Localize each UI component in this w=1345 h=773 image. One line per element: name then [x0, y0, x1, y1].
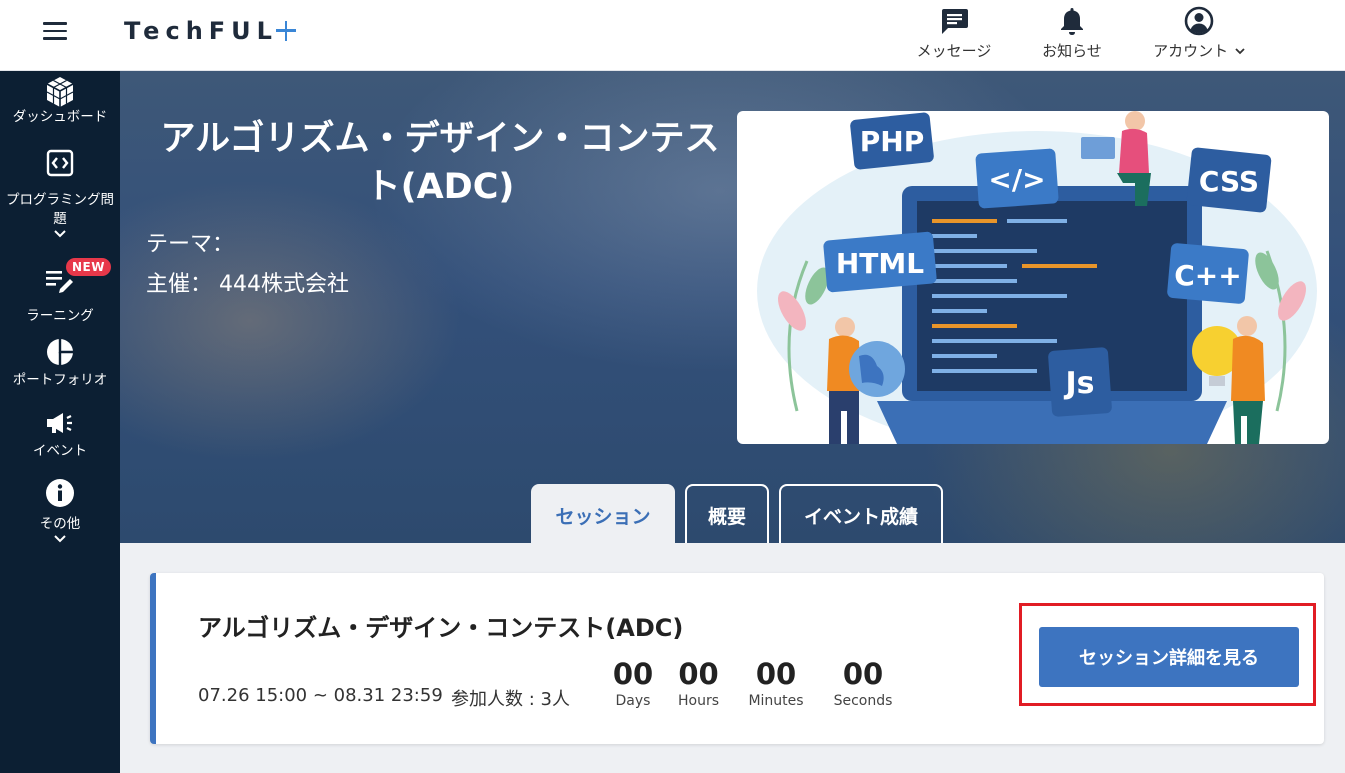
logo-text: TechFUL	[124, 17, 278, 45]
sidebar-item-event[interactable]: イベント	[0, 407, 120, 461]
code-icon	[0, 147, 120, 179]
account-icon	[1146, 4, 1252, 38]
sidebar-item-label: ポートフォリオ	[12, 372, 108, 388]
sidebar-item-label: ラーニング	[26, 308, 94, 324]
session-date-range: 07.26 15:00 ~ 08.31 23:59	[198, 685, 443, 706]
info-icon	[0, 477, 120, 509]
top-bar: TechFUL メッセージ お知らせ アカウント	[0, 0, 1345, 71]
logo[interactable]: TechFUL	[124, 17, 296, 45]
countdown-unit: Seconds	[833, 693, 893, 709]
cpp-label: C++	[1174, 259, 1241, 292]
session-detail-button[interactable]: セッション詳細を見る	[1039, 627, 1299, 687]
sidebar: ダッシュボード プログラミング問題 NEW ラーニング ポートフォリオ イベント…	[0, 71, 120, 773]
sidebar-item-label: ダッシュボード	[12, 109, 108, 125]
countdown-days: 00 Days	[608, 657, 658, 709]
event-banner-image: PHP </> CSS HTML C++ Js	[737, 111, 1329, 444]
dashboard-cube-icon	[0, 76, 120, 108]
sidebar-item-learning[interactable]: NEW ラーニング	[0, 258, 120, 326]
countdown-unit: Days	[615, 693, 651, 709]
countdown-unit: Hours	[677, 693, 719, 709]
new-badge: NEW	[66, 258, 111, 276]
session-title: アルゴリズム・デザイン・コンテスト(ADC)	[198, 614, 684, 642]
sidebar-item-portfolio[interactable]: ポートフォリオ	[0, 336, 120, 390]
messages-label: メッセージ	[916, 42, 992, 60]
pie-chart-icon	[0, 336, 120, 368]
php-label: PHP	[860, 125, 924, 158]
notifications-button[interactable]: お知らせ	[1036, 4, 1108, 61]
sidebar-item-label: プログラミング問題	[6, 192, 114, 227]
bell-icon	[1036, 4, 1108, 38]
chevron-down-icon	[0, 230, 120, 238]
code-tag-label: </>	[988, 163, 1045, 196]
countdown-value: 00	[678, 657, 719, 691]
event-title: アルゴリズム・デザイン・コンテスト(ADC)	[160, 119, 720, 207]
notifications-label: お知らせ	[1042, 42, 1102, 60]
tab-overview[interactable]: 概要	[685, 484, 769, 543]
event-organizer: 主催： 444株式会社	[146, 272, 349, 297]
session-card: アルゴリズム・デザイン・コンテスト(ADC) 07.26 15:00 ~ 08.…	[150, 573, 1324, 744]
countdown-value: 00	[755, 657, 797, 691]
css-label: CSS	[1199, 165, 1259, 198]
chevron-down-icon	[0, 535, 120, 543]
tab-event-results[interactable]: イベント成績	[779, 484, 943, 543]
account-label: アカウント	[1146, 40, 1252, 61]
account-button[interactable]: アカウント	[1146, 4, 1252, 61]
sidebar-item-other[interactable]: その他	[0, 477, 120, 543]
sidebar-item-label: イベント	[33, 443, 87, 459]
logo-plus-icon	[275, 20, 296, 42]
sidebar-item-label: その他	[39, 516, 81, 532]
event-hero: アルゴリズム・デザイン・コンテスト(ADC) テーマ： 主催： 444株式会社	[120, 71, 1345, 543]
participant-count: 参加人数 : 3人	[451, 689, 570, 710]
menu-icon[interactable]	[43, 22, 67, 42]
messages-button[interactable]: メッセージ	[910, 4, 998, 61]
megaphone-icon	[0, 407, 120, 439]
countdown-hours: 00 Hours	[671, 657, 726, 709]
sidebar-item-dashboard[interactable]: ダッシュボード	[0, 76, 120, 127]
programming-illustration: PHP </> CSS HTML C++ Js	[757, 111, 1317, 444]
countdown-unit: Minutes	[748, 693, 804, 709]
countdown-value: 00	[612, 657, 654, 691]
message-icon	[910, 4, 998, 38]
countdown-minutes: 00 Minutes	[744, 657, 808, 709]
countdown-value: 00	[842, 657, 884, 691]
event-theme: テーマ：	[146, 232, 235, 257]
countdown-seconds: 00 Seconds	[829, 657, 897, 709]
js-label: Js	[1063, 366, 1094, 401]
chevron-down-icon	[1235, 48, 1245, 55]
tab-session[interactable]: セッション	[531, 484, 675, 543]
html-label: HTML	[836, 247, 924, 280]
sidebar-item-programming[interactable]: プログラミング問題	[0, 147, 120, 238]
